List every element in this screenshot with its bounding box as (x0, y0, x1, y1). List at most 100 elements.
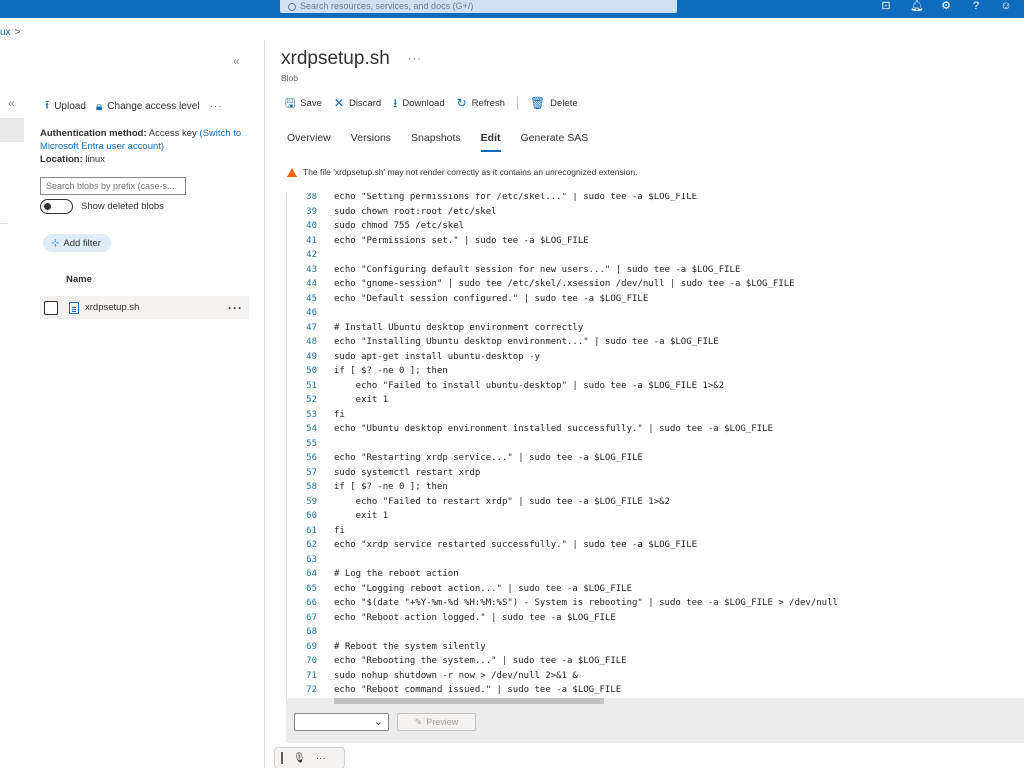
line-text: echo "Failed to restart xrdp" | sudo tee… (334, 496, 670, 507)
delete-button[interactable]: 🗑︎ Delete (530, 97, 578, 109)
auth-method-value: Access key (148, 128, 197, 139)
line-number: 50 (306, 366, 317, 376)
code-line: 45 echo "Default session configured." | s… (287, 292, 838, 307)
download-label: Download (402, 97, 445, 109)
change-access-level-button[interactable]: 🔒︎ Change access level (96, 99, 200, 114)
column-header-name[interactable]: Name (66, 274, 92, 285)
line-number: 67 (306, 612, 317, 623)
collapse-blade-icon[interactable]: « (233, 54, 240, 68)
line-text (317, 248, 334, 263)
line-number: 64 (306, 569, 317, 579)
blob-title: xrdpsetup.sh (281, 48, 390, 69)
code-line: 54 echo "Ubuntu desktop environment insta… (287, 422, 838, 437)
tab-generate-sas[interactable]: Generate SAS (521, 132, 589, 152)
row-more-button[interactable]: ··· (228, 301, 243, 315)
code-line: 43 echo "Configuring default session for … (287, 263, 838, 278)
line-text: echo "Permissions set." | sudo tee -a $L… (334, 235, 589, 246)
line-text: sudo chown root:root /etc/skel (334, 206, 497, 217)
code-line: 38 echo "Setting permissions for /etc/ske… (287, 193, 838, 205)
notifications-icon[interactable]: 🔔︎ (910, 1, 924, 12)
tab-bar: Overview Versions Snapshots Edit Generat… (287, 132, 588, 152)
code-line: 69 # Reboot the system silently (287, 640, 838, 655)
settings-icon[interactable]: ⚙ (940, 1, 952, 12)
nav-strip-selected (0, 118, 24, 142)
refresh-icon: ↻ (456, 96, 467, 110)
code-line: 47 # Install Ubuntu desktop environment c… (287, 321, 838, 336)
line-number: 47 (306, 322, 317, 333)
tab-versions[interactable]: Versions (351, 132, 391, 152)
floating-more-button[interactable]: ··· (316, 753, 326, 764)
location-label: Location: (40, 154, 83, 165)
help-icon[interactable]: ? (970, 1, 982, 12)
table-row[interactable]: xrdpsetup.sh ··· (40, 296, 249, 319)
preview-label: Preview (426, 717, 459, 727)
breadcrumb-separator: > (14, 27, 21, 38)
top-icons: ⊡ 🔔︎ ⚙ ? ☺ (880, 0, 1012, 13)
line-number: 57 (306, 467, 317, 478)
code-line: 48 echo "Installing Ubuntu desktop enviro… (287, 335, 838, 350)
preview-button[interactable]: ✎ Preview (397, 713, 476, 731)
blob-name-link[interactable]: xrdpsetup.sh (85, 302, 139, 313)
line-text: echo "Reboot action logged." | sudo tee … (334, 612, 616, 623)
tab-snapshots[interactable]: Snapshots (411, 132, 461, 152)
microphone-icon[interactable]: 🎙︎ (293, 753, 306, 764)
save-label: Save (300, 97, 322, 109)
line-text: exit 1 (334, 395, 389, 405)
line-text: echo "Configuring default session for ne… (334, 264, 741, 275)
code-line: 51 echo "Failed to install ubuntu-deskto… (287, 379, 838, 394)
encoding-select[interactable]: ⌄ (294, 713, 389, 731)
breadcrumb-link[interactable]: ux (0, 27, 11, 38)
title-more-button[interactable]: ··· (408, 53, 422, 65)
command-bar: 🖫 Save ✕ Discard ⭳ Download ↻ Refresh 🗑︎… (285, 96, 578, 110)
save-button[interactable]: 🖫 Save (285, 97, 322, 109)
warning-icon (287, 167, 297, 177)
line-number: 58 (306, 482, 317, 492)
download-button[interactable]: ⭳ Download (393, 97, 444, 109)
refresh-button[interactable]: ↻ Refresh (457, 97, 505, 109)
line-number: 45 (306, 293, 317, 304)
code-line: 46 (287, 306, 838, 321)
feedback-icon[interactable]: ☺ (1000, 1, 1012, 12)
delete-label: Delete (550, 97, 578, 109)
change-access-label: Change access level (107, 101, 200, 112)
discard-button[interactable]: ✕ Discard (334, 97, 381, 109)
container-blade: « « ⭱ Upload 🔒︎ Change access level ··· … (0, 40, 260, 768)
line-number: 62 (306, 540, 317, 550)
code-editor-text-area[interactable]: 38 echo "Setting permissions for /etc/ske… (286, 193, 1024, 698)
line-text: sudo nohup shutdown -r now > /dev/null 2… (334, 670, 578, 681)
tab-edit[interactable]: Edit (480, 132, 501, 152)
line-number: 55 (306, 438, 317, 449)
warning-message: The file 'xrdpsetup.sh' may not render c… (287, 167, 637, 177)
line-number: 69 (306, 641, 317, 652)
line-number: 51 (306, 380, 317, 391)
line-text: sudo systemctl restart xrdp (334, 467, 481, 478)
floating-toolbar: 🎙︎ ··· (274, 747, 345, 768)
line-text: if [ $? -ne 0 ]; then (334, 366, 448, 376)
code-line: 50 if [ $? -ne 0 ]; then (287, 364, 838, 379)
trash-icon: 🗑︎ (529, 96, 546, 110)
line-text: echo "Default session configured." | sud… (334, 293, 649, 304)
global-search-input[interactable]: Search resources, services, and docs (G+… (280, 0, 677, 13)
lock-icon: 🔒︎ (95, 99, 103, 113)
line-text: fi (334, 525, 345, 536)
blob-prefix-search-input[interactable] (40, 177, 186, 195)
collapse-menu-icon[interactable]: « (8, 96, 15, 110)
cloud-shell-icon[interactable]: ⊡ (880, 1, 892, 12)
line-text: if [ $? -ne 0 ]; then (334, 482, 448, 492)
show-deleted-toggle[interactable] (40, 199, 73, 214)
upload-button[interactable]: ⭱ Upload (45, 96, 86, 117)
tab-overview[interactable]: Overview (287, 132, 331, 152)
line-number: 61 (306, 525, 317, 536)
more-commands-button[interactable]: ··· (210, 101, 223, 112)
command-divider (516, 96, 518, 110)
line-number: 72 (306, 685, 317, 695)
add-filter-button[interactable]: ⊹ Add filter (43, 234, 111, 252)
line-number: 70 (306, 656, 317, 666)
auth-method-label: Authentication method: (40, 128, 147, 139)
code-line: 56 echo "Restarting xrdp service..." | su… (287, 451, 838, 466)
line-number: 38 (306, 193, 317, 202)
line-number: 65 (306, 583, 317, 594)
editor-footer: ⌄ ✎ Preview (286, 704, 1024, 743)
row-checkbox[interactable] (44, 300, 58, 315)
line-text: echo "$(date "+%Y-%m-%d %H:%M:%S") - Sys… (334, 598, 838, 608)
